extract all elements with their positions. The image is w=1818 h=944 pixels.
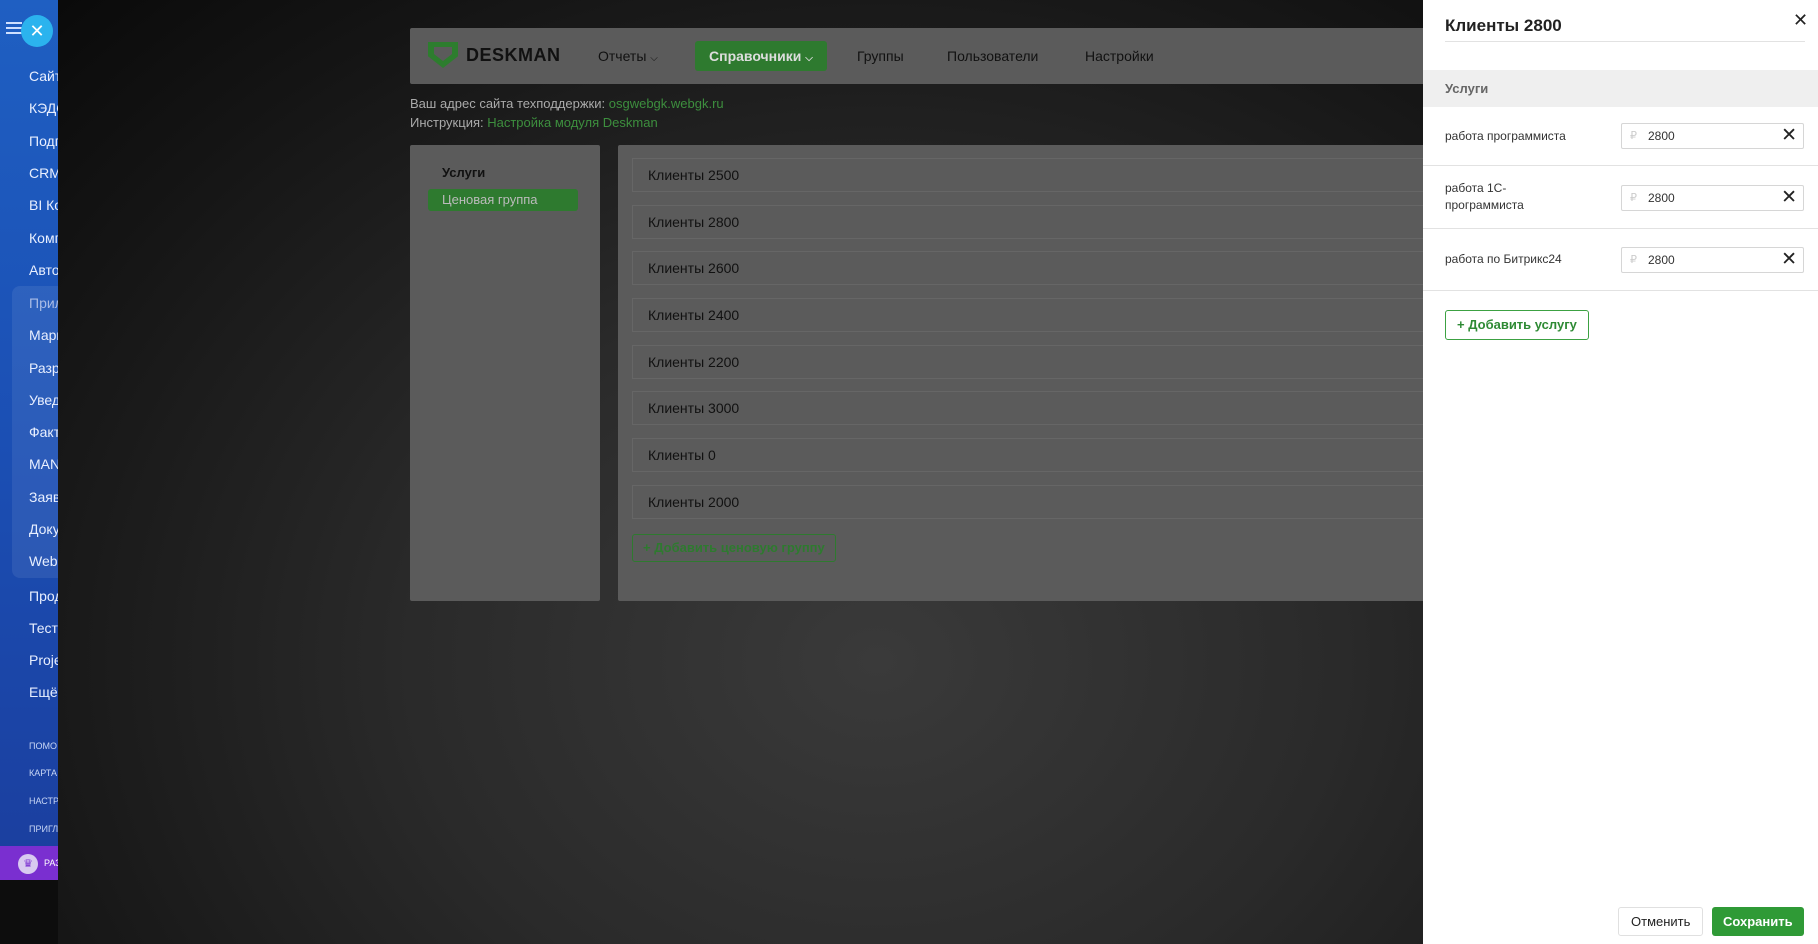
references-left-menu: Услуги Ценовая группа <box>410 145 600 601</box>
user-bar[interactable]: ♛ РАЗ <box>0 846 58 880</box>
deskman-logo[interactable]: DESKMAN <box>428 42 561 68</box>
services-section-header: Услуги <box>1423 70 1818 107</box>
list-item[interactable]: Клиенты 2800 <box>632 205 1478 239</box>
menu-item-documents[interactable]: Доку <box>29 521 58 537</box>
support-label: Ваш адрес сайта техподдержки: <box>410 96 606 111</box>
menu-item-bi[interactable]: BI Ко <box>29 197 58 213</box>
left-menu-price-group[interactable]: Ценовая группа <box>428 189 578 211</box>
service-row: работа 1С-программиста ₽ 2800 ✕ <box>1423 166 1818 229</box>
logo-text: DESKMAN <box>466 44 561 65</box>
menu-item-notifications[interactable]: Увед <box>29 392 58 408</box>
bitrix-left-menu: Сайт КЭДО Подп CRM BI Ко Комп Авто Прил … <box>0 0 58 880</box>
menu-item-automation[interactable]: Авто <box>29 262 58 278</box>
menu-item-sites[interactable]: Сайт <box>29 68 58 84</box>
service-price-input[interactable]: ₽ 2800 ✕ <box>1621 123 1804 149</box>
ruble-icon: ₽ <box>1630 130 1637 142</box>
chevron-down-icon: ⌵ <box>650 53 658 64</box>
menu-item-more[interactable]: Ещё <box>29 684 58 700</box>
add-service-button[interactable]: + Добавить услугу <box>1445 310 1589 340</box>
menu-burger-icon[interactable] <box>6 22 22 37</box>
service-price-input[interactable]: ₽ 2800 ✕ <box>1621 185 1804 211</box>
nav-references-label: Справочники <box>709 48 802 64</box>
menu-item-man[interactable]: MAN <box>29 456 58 472</box>
menu-footer-invite[interactable]: пригл <box>29 824 58 834</box>
nav-settings[interactable]: Настройки <box>1085 48 1154 64</box>
menu-footer-settings[interactable]: настр <box>29 796 58 806</box>
menu-item-requests[interactable]: Заяв <box>29 489 58 505</box>
list-item[interactable]: Клиенты 2600 <box>632 251 1478 285</box>
close-icon[interactable]: ✕ <box>1793 10 1808 31</box>
nav-groups[interactable]: Группы <box>857 48 904 64</box>
service-price-value[interactable]: 2800 <box>1648 253 1675 267</box>
ruble-icon: ₽ <box>1630 192 1637 204</box>
nav-reports[interactable]: Отчеты ⌵ <box>598 48 658 64</box>
menu-item-test[interactable]: Тест <box>29 620 58 636</box>
overlay-backdrop[interactable]: DESKMAN Отчеты ⌵ Справочники ⌵ Группы По… <box>58 0 1490 944</box>
panel-title: Клиенты 2800 <box>1445 16 1562 35</box>
nav-references[interactable]: Справочники ⌵ <box>695 41 827 71</box>
user-label: РАЗ <box>44 858 58 868</box>
shield-logo-icon <box>428 42 458 68</box>
support-link[interactable]: osgwebgk.webgk.ru <box>609 96 724 111</box>
menu-item-products[interactable]: Прод <box>29 588 58 604</box>
list-item[interactable]: Клиенты 2400 <box>632 298 1478 332</box>
clear-icon[interactable]: ✕ <box>1781 125 1797 147</box>
menu-item-sign[interactable]: Подп <box>29 133 58 149</box>
service-row: работа по Битрикс24 ₽ 2800 ✕ <box>1423 229 1818 291</box>
ruble-icon: ₽ <box>1630 254 1637 266</box>
close-icon[interactable]: ✕ <box>21 15 53 47</box>
menu-item-dev[interactable]: Разр <box>29 360 58 376</box>
title-divider <box>1445 41 1805 42</box>
menu-item-web[interactable]: Web <box>29 553 58 569</box>
service-name: работа программиста <box>1445 129 1566 143</box>
service-row: работа программиста ₽ 2800 ✕ <box>1423 108 1818 166</box>
menu-footer-map[interactable]: карта <box>29 768 57 778</box>
list-item[interactable]: Клиенты 2000 <box>632 485 1478 519</box>
menu-footer-help[interactable]: помо <box>29 741 57 751</box>
support-address: Ваш адрес сайта техподдержки: osgwebgk.w… <box>410 96 724 111</box>
menu-item-crm[interactable]: CRM <box>29 165 58 181</box>
price-groups-list: Клиенты 2500 Клиенты 2800 Клиенты 2600 К… <box>618 145 1478 601</box>
instruction-line: Инструкция: Настройка модуля Deskman <box>410 115 658 130</box>
list-item[interactable]: Клиенты 2500 <box>632 158 1478 192</box>
menu-item-kedo[interactable]: КЭДО <box>29 100 58 116</box>
chevron-down-icon: ⌵ <box>805 53 813 64</box>
add-price-group-button[interactable]: + Добавить ценовую группу <box>632 534 836 562</box>
nav-reports-label: Отчеты <box>598 48 647 64</box>
app-topbar: DESKMAN Отчеты ⌵ Справочники ⌵ Группы По… <box>410 28 1490 84</box>
menu-item-facts[interactable]: Факт <box>29 424 58 440</box>
service-price-value[interactable]: 2800 <box>1648 191 1675 205</box>
service-price-value[interactable]: 2800 <box>1648 129 1675 143</box>
instruction-link[interactable]: Настройка модуля Deskman <box>487 115 657 130</box>
cancel-button[interactable]: Отменить <box>1618 907 1704 936</box>
list-item[interactable]: Клиенты 0 <box>632 438 1478 472</box>
service-price-input[interactable]: ₽ 2800 ✕ <box>1621 247 1804 273</box>
service-name: работа 1С-программиста <box>1445 181 1524 212</box>
price-group-edit-panel: Клиенты 2800 ✕ Услуги работа программист… <box>1423 0 1818 944</box>
menu-item-projects[interactable]: Proje <box>29 652 58 668</box>
instruction-label: Инструкция: <box>410 115 484 130</box>
user-avatar-icon: ♛ <box>18 854 38 874</box>
nav-users[interactable]: Пользователи <box>947 48 1038 64</box>
services-section-title: Услуги <box>1445 81 1489 96</box>
left-menu-services[interactable]: Услуги <box>442 165 485 180</box>
menu-item-market[interactable]: Марк <box>29 327 58 343</box>
list-item[interactable]: Клиенты 2200 <box>632 345 1478 379</box>
clear-icon[interactable]: ✕ <box>1781 187 1797 209</box>
menu-item-company[interactable]: Комп <box>29 230 58 246</box>
clear-icon[interactable]: ✕ <box>1781 249 1797 271</box>
save-button[interactable]: Сохранить <box>1712 907 1804 936</box>
list-item[interactable]: Клиенты 3000 <box>632 391 1478 425</box>
menu-item-apps[interactable]: Прил <box>29 295 58 311</box>
service-name: работа по Битрикс24 <box>1445 252 1562 266</box>
